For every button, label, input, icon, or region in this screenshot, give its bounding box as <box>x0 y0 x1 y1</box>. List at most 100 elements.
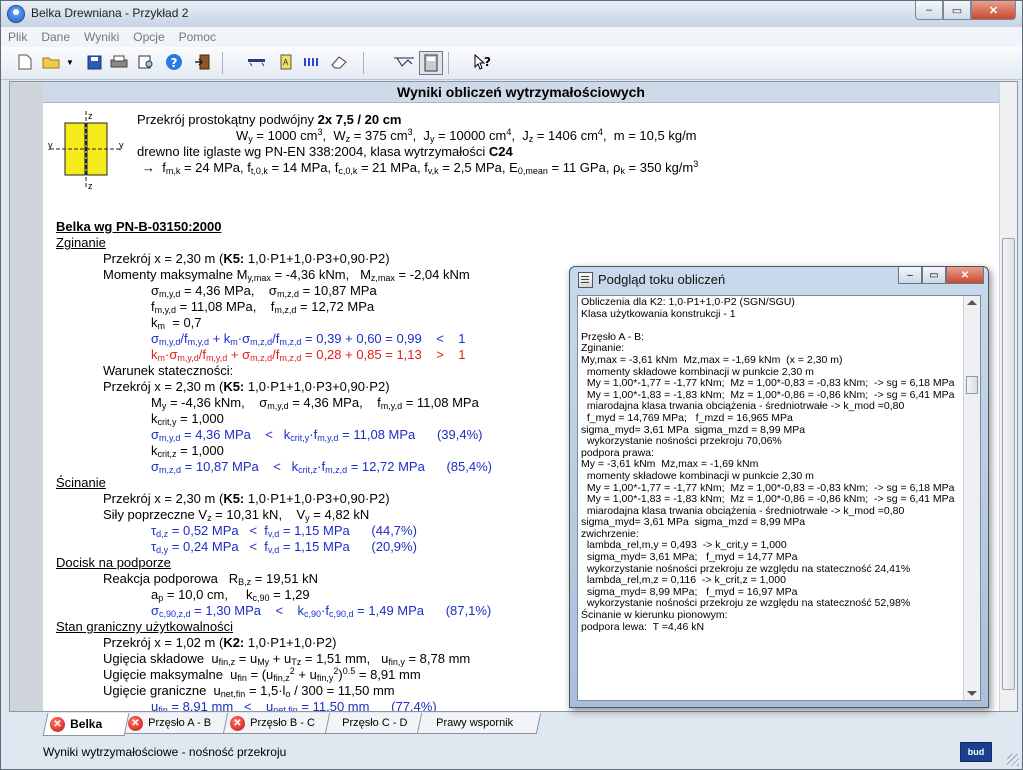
log-line: f_myd = 14,769 MPa; f_mzd = 16,965 MPa <box>581 411 793 424</box>
tab-przeslo-a-b[interactable]: ✕ Przęsło A - B <box>120 713 232 734</box>
results-scrollbar[interactable] <box>999 82 1017 711</box>
print-preview-icon[interactable] <box>137 53 155 71</box>
bending-heading: Zginanie <box>56 235 106 250</box>
popup-scroll-thumb[interactable] <box>966 376 978 394</box>
scroll-thumb[interactable] <box>1002 238 1015 690</box>
error-icon: ✕ <box>230 715 246 731</box>
save-icon[interactable] <box>85 53 103 71</box>
svg-text:A: A <box>283 58 289 67</box>
kcrit-z: kcrit,z = 1,000 <box>151 443 224 459</box>
print-icon[interactable] <box>110 53 128 71</box>
exit-icon[interactable] <box>193 53 211 71</box>
bud-logo: bud <box>960 742 992 762</box>
bending-section: Przekrój x = 2,30 m (K5: 1,0·P1+1,0·P3+0… <box>103 251 390 266</box>
section-line1: Przekrój prostokątny podwójny 2x 7,5 / 2… <box>137 112 402 127</box>
shear-section: Przekrój x = 2,30 m (K5: 1,0·P1+1,0·P3+0… <box>103 491 390 506</box>
open-dropdown-icon[interactable]: ▼ <box>65 53 75 71</box>
app-icon <box>8 6 24 22</box>
resize-grip[interactable] <box>1007 754 1019 766</box>
loads-icon[interactable] <box>303 53 321 71</box>
log-line: My = 1,00*-1,83 = -1,83 kNm; Mz = 1,00*-… <box>581 493 955 506</box>
log-line: Obliczenia dla K2: 1,0·P1+1,0·P2 (SGN/SG… <box>581 296 795 308</box>
toolbar: ▼ ? A ? <box>1 47 1022 80</box>
material-line: drewno lite iglaste wg PN-EN 338:2004, k… <box>137 144 513 159</box>
status-text: Wyniki wytrzymałościowe - nośność przekr… <box>43 745 287 759</box>
scroll-up-icon[interactable] <box>967 300 977 305</box>
bending-check-1: σm,y,d/fm,y,d + km·σm,z,d/fm,z,d = 0,39 … <box>151 331 466 347</box>
bearing-reaction: Reakcja podporowa RB,z = 19,51 kN <box>103 571 319 587</box>
eraser-icon[interactable] <box>330 53 348 71</box>
left-gutter <box>10 82 43 711</box>
context-help-icon[interactable]: ? <box>473 53 491 71</box>
shear-heading: Ścinanie <box>56 475 106 490</box>
popup-maximize-button[interactable]: ▭ <box>922 267 946 284</box>
sls-max: Ugięcie maksymalne ufin = (ufin,z2 + ufi… <box>103 666 421 683</box>
bearing-check: σc,90,z,d = 1,30 MPa < kc,90·fc,90,d = 1… <box>151 603 492 619</box>
diagram-icon[interactable] <box>393 53 415 71</box>
svg-text:?: ? <box>171 56 178 70</box>
open-folder-icon[interactable] <box>42 53 60 71</box>
window-title: Belka Drewniana - Przykład 2 <box>31 6 189 20</box>
popup-scrollbar[interactable] <box>963 296 980 700</box>
menu-wyniki[interactable]: Wyniki <box>77 30 126 44</box>
stability-heading: Warunek stateczności: <box>103 363 234 378</box>
menu-bar: Plik Dane Wyniki Opcje Pomoc <box>1 27 1022 47</box>
menu-dane[interactable]: Dane <box>34 30 77 44</box>
kcrit-y: kcrit,y = 1,000 <box>151 411 224 427</box>
results-title: Wyniki obliczeń wytrzymałościowych <box>43 82 999 103</box>
sls-heading: Stan graniczny użytkowalności <box>56 619 234 634</box>
beam-icon[interactable] <box>247 53 265 71</box>
tab-belka[interactable]: ✕ Belka <box>42 713 130 736</box>
sls-section: Przekrój x = 1,02 m (K2: 1,0·P1+1,0·P2) <box>103 635 337 650</box>
new-file-icon[interactable] <box>16 53 34 71</box>
log-line: Klasa użytkowania konstrukcji - 1 <box>581 307 736 320</box>
tab-prawy-wspornik[interactable]: Prawy wspornik <box>416 713 542 734</box>
cross-section-diagram <box>50 111 120 187</box>
bearing-geometry: ap = 10,0 cm, kc,90 = 1,29 <box>151 587 310 603</box>
bending-moments: Momenty maksymalne My,max = -4,36 kNm, M… <box>103 267 470 283</box>
log-line: Ścinanie w kierunku pionowym: <box>581 609 728 622</box>
menu-plik[interactable]: Plik <box>1 30 34 44</box>
log-line: wykorzystanie nośności przekroju 70,06% <box>581 435 782 448</box>
section-props: Wy = 1000 cm3, Wz = 375 cm3, Jy = 10000 … <box>236 127 697 144</box>
menu-opcje[interactable]: Opcje <box>126 30 171 44</box>
close-button[interactable]: ✕ <box>971 1 1016 20</box>
bending-check-2: km·σm,y,d/fm,y,d + σm,z,d/fm,z,d = 0,28 … <box>151 347 466 363</box>
calculator-icon[interactable] <box>419 51 443 75</box>
sls-limit: Ugięcie graniczne unet,fin = 1,5·lo / 30… <box>103 683 395 699</box>
stability-check-y: σm,y,d = 4,36 MPa < kcrit,y·fm,y,d = 11,… <box>151 427 483 443</box>
shear-forces: Siły poprzeczne Vz = 10,31 kN, Vy = 4,82… <box>103 507 370 523</box>
status-bar: Wyniki wytrzymałościowe - nośność przekr… <box>1 739 1022 769</box>
shear-check-z: τd,z = 0,52 MPa < fv,d = 1,15 MPa (44,7%… <box>151 523 417 539</box>
sigma-values: σm,y,d = 4,36 MPa, σm,z,d = 10,87 MPa <box>151 283 377 299</box>
f-values: fm,y,d = 11,08 MPa, fm,z,d = 12,72 MPa <box>151 299 375 315</box>
minimize-button[interactable]: ‒ <box>915 1 943 20</box>
stability-section: Przekrój x = 2,30 m (K5: 1,0·P1+1,0·P3+0… <box>103 379 390 394</box>
log-line: My,max = -3,61 kNm Mz,max = -1,69 kNm (x… <box>581 353 843 366</box>
document-icon <box>578 272 593 288</box>
section-icon[interactable]: A <box>277 53 295 71</box>
popup-close-button[interactable]: ✕ <box>946 267 984 284</box>
log-line: podpora lewa: T =4,46 kN <box>581 620 705 633</box>
maximize-button[interactable]: ▭ <box>943 1 971 20</box>
sls-check: ufin = 8,91 mm < unet,fin = 11,50 mm (77… <box>151 699 437 712</box>
popup-minimize-button[interactable]: ‒ <box>898 267 922 284</box>
calculation-log-text: Obliczenia dla K2: 1,0·P1+1,0·P2 (SGN/SG… <box>581 296 955 633</box>
stability-check-z: σm,z,d = 10,87 MPa < kcrit,z·fm,z,d = 12… <box>151 459 492 475</box>
log-line: My = 1,00*-1,77 = -1,77 kNm; Mz = 1,00*-… <box>581 377 955 390</box>
calculation-preview-window[interactable]: Podgląd toku obliczeń ‒ ▭ ✕ Obliczenia d… <box>569 266 989 708</box>
popup-title: Podgląd toku obliczeń <box>598 272 726 287</box>
title-bar[interactable]: Belka Drewniana - Przykład 2 ‒ ▭ ✕ <box>1 1 1022 27</box>
km-value: km = 0,7 <box>151 315 202 331</box>
sls-component: Ugięcia składowe ufin,z = uMy + uTz = 1,… <box>103 651 471 667</box>
help-icon[interactable]: ? <box>165 53 183 71</box>
error-icon: ✕ <box>128 715 144 731</box>
scroll-down-icon[interactable] <box>967 691 977 696</box>
main-heading: Belka wg PN-B-03150:2000 <box>56 219 222 234</box>
calculation-log[interactable]: Obliczenia dla K2: 1,0·P1+1,0·P2 (SGN/SG… <box>577 295 981 701</box>
tab-przeslo-b-c[interactable]: ✕ Przęsło B - C <box>222 713 334 734</box>
menu-pomoc[interactable]: Pomoc <box>172 30 223 44</box>
error-icon: ✕ <box>50 716 66 732</box>
log-line: momenty składowe kombinacji w punkcie 2,… <box>581 469 814 482</box>
log-line: Przęsło A - B: <box>581 330 645 343</box>
